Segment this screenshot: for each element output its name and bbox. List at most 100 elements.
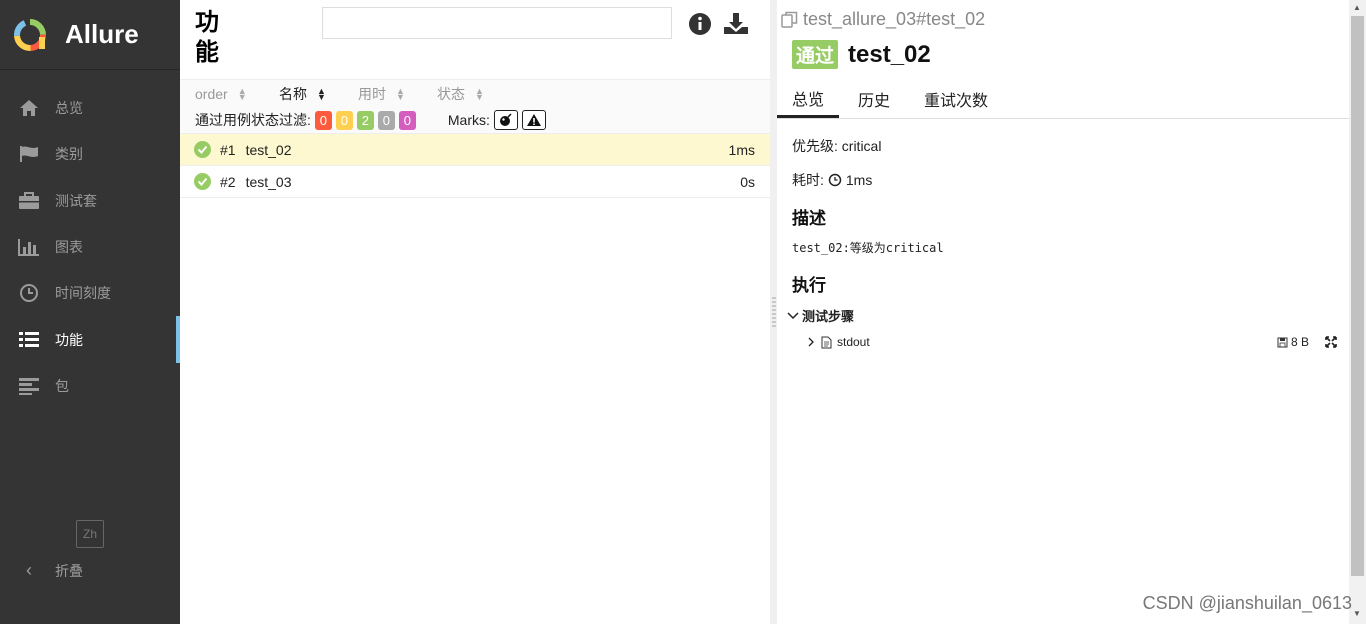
list-icon — [18, 330, 40, 350]
sidebar-item-label: 时间刻度 — [55, 285, 111, 302]
test-title-row: 通过 test_02 — [792, 40, 931, 69]
copy-icon[interactable] — [781, 11, 799, 29]
save-icon — [1277, 337, 1288, 347]
row-name: test_02 — [245, 141, 292, 158]
sidebar-nav: 总览 类别 测试套 图表 时间刻度 功能 包 — [0, 85, 180, 409]
sort-name-label: 名称 — [279, 85, 307, 102]
row-duration: 0s — [740, 173, 755, 190]
scroll-up-icon[interactable]: ▲ — [1353, 3, 1361, 12]
row-number: #2 — [220, 173, 236, 190]
chevron-left-icon: ‹ — [26, 560, 32, 580]
tab-retries[interactable]: 重试次数 — [909, 80, 1003, 118]
attachment-name: stdout — [837, 335, 870, 349]
scroll-thumb[interactable] — [1351, 16, 1364, 576]
breadcrumb-text: test_allure_03#test_02 — [803, 9, 986, 29]
test-steps-toggle[interactable]: 测试步骤 — [787, 306, 854, 325]
vertical-scrollbar[interactable]: ▲ ▼ — [1349, 0, 1366, 624]
sort-order[interactable]: order ▲ ▼ — [195, 86, 279, 102]
bar-chart-icon — [18, 237, 40, 257]
passed-icon — [194, 173, 211, 190]
sort-duration-label: 用时 — [358, 85, 386, 102]
sidebar: Allure 总览 类别 测试套 图表 时间刻度 功能 包 Zh ‹ 折叠 — [0, 0, 180, 624]
filter-failed-count[interactable]: 0 — [314, 110, 332, 130]
sort-duration[interactable]: 用时 ▲ ▼ — [358, 84, 437, 104]
watermark: CSDN @jianshuilan_0613 — [1142, 593, 1352, 613]
clock-icon — [828, 173, 842, 187]
filter-skipped-count[interactable]: 0 — [377, 110, 395, 130]
expand-icon[interactable] — [1325, 336, 1337, 348]
tree-header: 功能 — [180, 0, 770, 80]
attachment-size: 8 B — [1277, 335, 1309, 349]
sort-icon: ▲ ▼ — [475, 85, 484, 102]
home-icon — [18, 98, 40, 118]
sort-order-label: order — [195, 85, 228, 102]
chevron-right-icon — [808, 337, 814, 347]
sort-status[interactable]: 状态 ▲ ▼ — [437, 84, 484, 104]
sidebar-item-packages[interactable]: 包 — [0, 363, 180, 409]
passed-icon — [194, 141, 211, 158]
collapse-button[interactable]: ‹ 折叠 — [18, 560, 83, 581]
marks-label: Marks: — [447, 112, 490, 128]
sort-name[interactable]: 名称 ▲ ▼ — [279, 84, 358, 104]
info-icon[interactable] — [688, 12, 714, 38]
filter-passed-count[interactable]: 2 — [356, 110, 374, 130]
language-button[interactable]: Zh — [76, 520, 104, 548]
test-steps-label: 测试步骤 — [802, 309, 855, 324]
breadcrumb: test_allure_03#test_02 — [781, 9, 985, 30]
sidebar-item-label: 图表 — [55, 239, 83, 256]
status-filter-bar: 通过用例状态过滤: 0 0 2 0 0 Marks: — [180, 107, 770, 134]
row-duration: 1ms — [728, 141, 755, 158]
sidebar-item-categories[interactable]: 类别 — [0, 131, 180, 177]
flag-icon — [18, 144, 40, 164]
tab-overview[interactable]: 总览 — [777, 80, 840, 118]
sidebar-item-label: 类别 — [55, 146, 83, 163]
description-heading: 描述 — [792, 209, 826, 228]
duration-field: 耗时: 1ms — [792, 170, 872, 190]
attachment-row[interactable]: stdout 8 B — [807, 335, 1337, 349]
flaky-mark-icon[interactable] — [493, 110, 518, 130]
filter-label: 通过用例状态过滤: — [195, 112, 311, 128]
row-number: #1 — [220, 141, 236, 158]
test-detail-panel: test_allure_03#test_02 通过 test_02 总览 历史 … — [777, 0, 1349, 624]
detail-tabs: 总览 历史 重试次数 — [777, 80, 1349, 119]
status-badge: 通过 — [792, 40, 839, 69]
description-text: test_02:等级为critical — [792, 241, 944, 255]
row-name: test_03 — [245, 173, 292, 190]
execution-heading: 执行 — [792, 276, 826, 295]
brand[interactable]: Allure — [0, 0, 180, 70]
attachment-size-value: 8 B — [1290, 335, 1309, 349]
allure-logo-icon — [12, 17, 48, 53]
sidebar-item-overview[interactable]: 总览 — [0, 85, 180, 131]
search-input[interactable] — [322, 7, 672, 39]
sort-icon: ▲ ▼ — [396, 85, 405, 102]
chevron-down-icon — [787, 311, 799, 319]
align-left-icon — [18, 376, 40, 396]
table-row[interactable]: #2 test_03 0s — [180, 166, 770, 198]
sidebar-item-graphs[interactable]: 图表 — [0, 224, 180, 270]
file-text-icon — [821, 336, 832, 348]
sort-status-label: 状态 — [437, 85, 465, 102]
filter-broken-count[interactable]: 0 — [335, 110, 353, 130]
sidebar-item-label: 包 — [55, 377, 69, 394]
sort-bar: order ▲ ▼ 名称 ▲ ▼ 用时 ▲ ▼ 状态 ▲ ▼ — [180, 80, 770, 107]
tree-panel: 功能 order ▲ ▼ 名称 ▲ ▼ 用时 ▲ ▼ 状态 ▲ ▼ 通过用例状态过滤: … — [180, 0, 770, 624]
scroll-down-icon[interactable]: ▼ — [1353, 609, 1361, 618]
sidebar-item-label: 总览 — [55, 100, 83, 117]
page-title: 功能 — [195, 9, 219, 66]
filter-unknown-count[interactable]: 0 — [398, 110, 416, 130]
table-row[interactable]: #1 test_02 1ms — [180, 134, 770, 166]
sidebar-item-label: 功能 — [55, 331, 83, 348]
new-failed-mark-icon[interactable] — [521, 110, 546, 130]
sort-icon: ▲ ▼ — [237, 85, 247, 102]
tab-history[interactable]: 历史 — [843, 80, 905, 118]
sidebar-item-behaviors[interactable]: 功能 — [0, 316, 180, 364]
duration-value: 1ms — [845, 172, 873, 188]
sort-icon: ▲ ▼ — [317, 85, 326, 102]
drag-handle-icon[interactable] — [772, 296, 776, 328]
sidebar-item-timeline[interactable]: 时间刻度 — [0, 270, 180, 316]
sidebar-item-label: 测试套 — [55, 192, 97, 209]
download-icon[interactable] — [723, 12, 749, 38]
priority-field: 优先级: critical — [792, 138, 882, 154]
brand-title: Allure — [65, 19, 139, 49]
sidebar-item-suites[interactable]: 测试套 — [0, 178, 180, 224]
